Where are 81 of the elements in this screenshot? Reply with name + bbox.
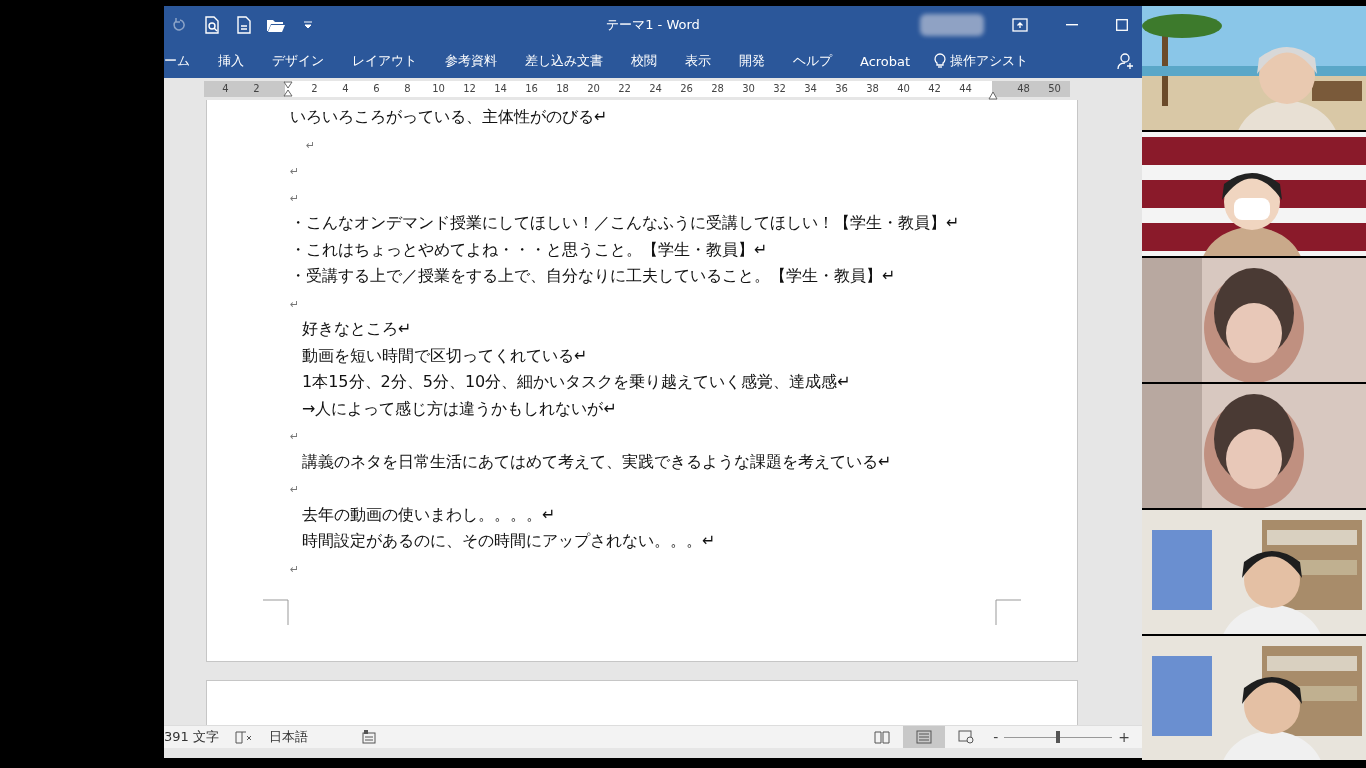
document-line: ↵ [290,297,300,311]
ruler-number: 36 [834,82,849,96]
lightbulb-icon[interactable] [934,53,947,69]
ruler-number: 44 [958,82,973,96]
ruler-number: 2 [252,82,261,96]
ruler-number: 4 [221,82,230,96]
ruler-number: 4 [341,82,350,96]
ruler-number: 32 [772,82,787,96]
open-folder-icon[interactable] [266,17,286,33]
ribbon-tab[interactable]: 挿入 [204,47,258,75]
document-line: ↵ [290,191,300,205]
window-title: テーマ1 - Word [606,17,700,32]
document-line: いろいろころがっている、主体性がのびる↵ [290,107,608,126]
ruler-number: 50 [1047,82,1062,96]
web-page-icon[interactable] [958,730,975,744]
document-line: ↵ [290,483,300,496]
ruler-number: 22 [617,82,632,96]
indent-marker[interactable] [283,81,293,97]
ruler-number: 8 [403,82,412,96]
print-layout-button[interactable] [903,726,946,748]
ribbon-tab[interactable]: デザイン [258,47,338,75]
ruler-number: 20 [586,82,601,96]
ruler-number: 16 [524,82,539,96]
margin-corner-icon [995,599,1021,625]
customize-caret-icon[interactable] [304,21,312,29]
document-line: ↵ [290,562,300,576]
maximize-icon[interactable] [1116,19,1128,31]
document-line: 講義のネタを日常生活にあてはめて考えて、実践できるような課題を考えている↵ [302,451,892,471]
document-line: 時間設定があるのに、その時間にアップされない。。。↵ [302,531,716,550]
ribbon-tab[interactable]: レイアウト [338,47,431,75]
proofing-book-icon [234,730,253,744]
document-line: ・こんなオンデマンド授業にしてほしい！／こんなふうに受講してほしい！【学生・教員】↵ [290,213,960,232]
ruler-number: 40 [896,82,911,96]
ruler-number: 42 [927,82,942,96]
margin-corner-icon [263,599,289,625]
document-line: →人によって感じ方は違うかもしれないが↵ [302,398,617,418]
share-person-icon[interactable] [1117,52,1135,70]
ribbon-tab[interactable]: 差し込み文書 [511,47,617,75]
document-line: ↵ [290,430,300,443]
document-icon[interactable] [235,16,253,34]
ruler-number: 30 [741,82,756,96]
ruler-number: 38 [865,82,880,96]
tell-me-button[interactable]: 操作アシスト [924,52,1039,70]
document-line: 去年の動画の使いまわし。。。。↵ [302,504,556,524]
language: 日本語 [268,728,308,746]
document-line: ・これはちょっとやめてよね・・・と思うこと。【学生・教員】↵ [290,239,768,259]
ribbon-tab[interactable]: ヘルプ [779,47,846,75]
word-count: 391 文字 [164,728,219,746]
document-line: ・受講する上で／授業をする上で、自分なりに工夫していること。【学生・教員】↵ [290,266,896,285]
zoom-in-button[interactable]: + [1112,729,1136,745]
zoom-out-button[interactable]: - [987,729,1005,745]
minimize-icon[interactable] [1066,24,1078,26]
ribbon-tab[interactable]: 校閲 [617,47,671,75]
document-line: 好きなところ↵ [302,319,412,338]
macro-icon [361,730,376,744]
ruler-number: 18 [555,82,570,96]
open-book-icon[interactable] [874,730,891,744]
zoom-thumb[interactable] [1056,731,1061,743]
ruler-number: 10 [431,82,446,96]
document-line: ↵ [290,165,300,178]
ruler-number: 24 [648,82,663,96]
ruler-number: 28 [710,82,725,96]
ruler-number: 14 [493,82,508,96]
ruler-number: 12 [462,82,477,96]
ruler-number: 34 [803,82,818,96]
print-preview-icon[interactable] [203,16,221,34]
ruler-number: 48 [1016,82,1031,96]
ribbon-tab[interactable]: ーム [164,47,204,75]
ribbon-tab[interactable]: 表示 [671,47,725,75]
undo-icon[interactable] [172,17,188,33]
document-line: ↵ [306,138,316,152]
ruler-number: 2 [310,82,319,96]
account-name-blur [920,14,984,36]
ribbon-display-icon[interactable] [1012,18,1028,32]
ribbon-tab[interactable]: 参考資料 [431,47,511,75]
document-line: 動画を短い時間で区切ってくれている↵ [302,345,588,365]
ribbon-tab[interactable]: 開発 [725,47,779,75]
document-line: 1本15分、2分、5分、10分、細かいタスクを乗り越えていく感覚、達成感↵ [302,372,851,391]
ribbon-tab[interactable]: Acrobat [846,47,925,75]
ruler-number: 6 [372,82,381,96]
ruler-number: 26 [679,82,694,96]
